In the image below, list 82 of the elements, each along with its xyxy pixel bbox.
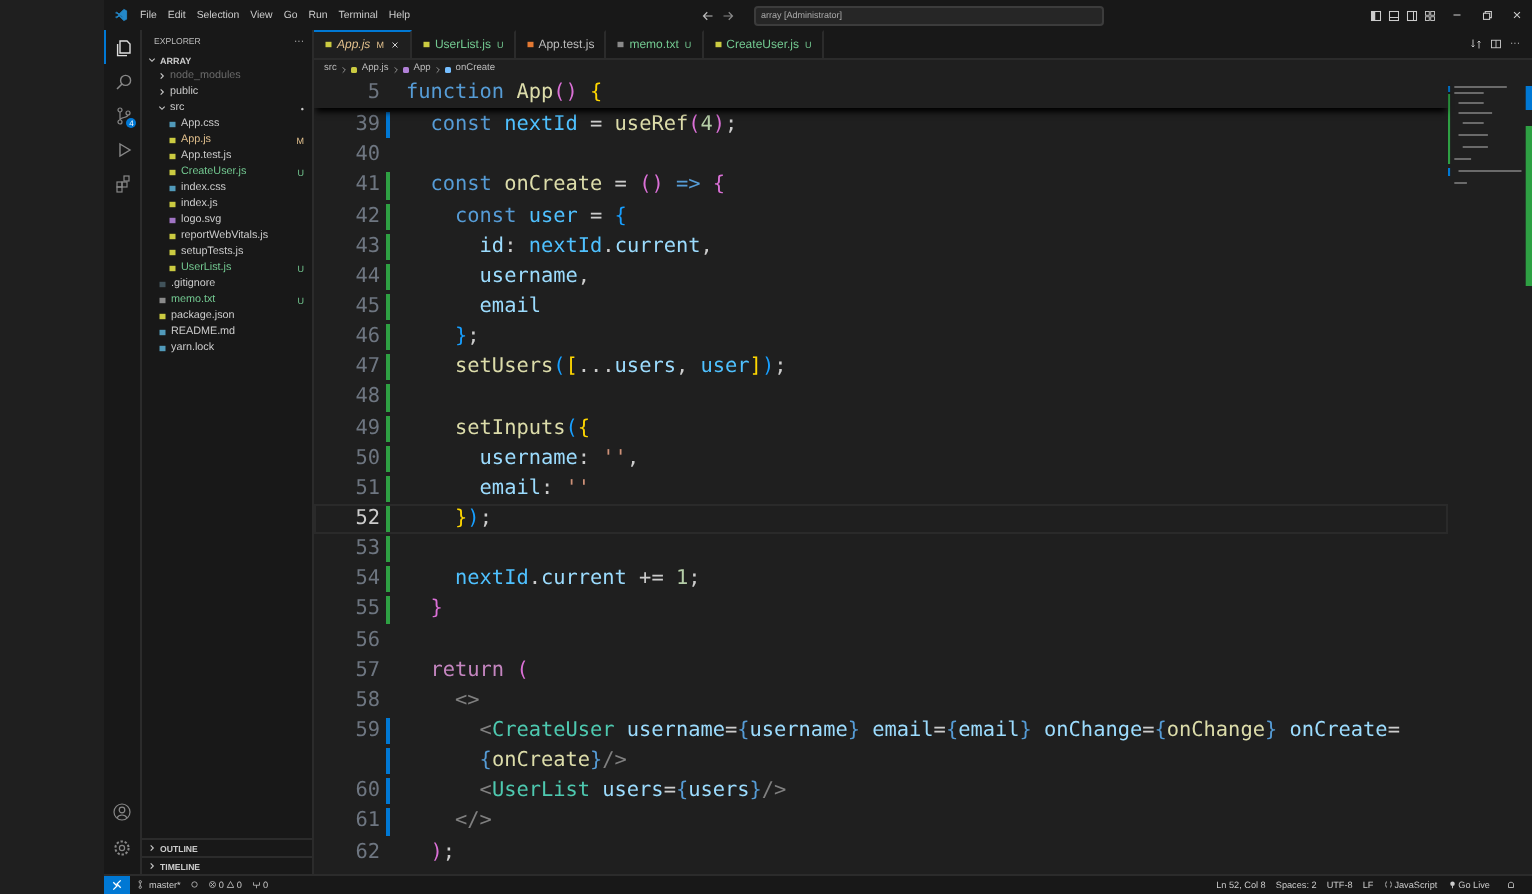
line-number: 40 [353, 142, 380, 171]
file-icon [324, 40, 333, 50]
code-line: ); [428, 839, 456, 868]
chevron-right-icon[interactable] [148, 862, 156, 870]
line-number: 53 [353, 536, 380, 565]
broadcast-icon [1447, 880, 1457, 890]
split-editor-icon[interactable] [1490, 38, 1502, 50]
line-number: 54 [353, 566, 380, 595]
line-number: 50 [353, 445, 380, 474]
code-line: <> [453, 687, 480, 716]
chevron-right-icon [433, 65, 442, 73]
code-line: {onCreate}/> [477, 748, 627, 777]
error-icon [207, 880, 217, 890]
chevron-right-icon [391, 65, 400, 73]
code-line: username: '', [477, 445, 640, 474]
branch-icon [138, 880, 147, 890]
code-line: nextId.current += 1; [453, 566, 701, 595]
code-line: id: nextId.current, [477, 233, 713, 262]
code-line: } [428, 596, 443, 625]
line-number: 49 [353, 415, 380, 444]
js-icon [350, 65, 359, 73]
line-number: 62 [353, 839, 380, 868]
line-number: 48 [353, 384, 380, 413]
line-number: 59 [353, 717, 380, 746]
line-number: 58 [353, 687, 380, 716]
line-number: 51 [353, 475, 380, 504]
code-line: const user = { [453, 203, 627, 232]
line-number: 61 [353, 808, 380, 837]
line-number: 57 [353, 657, 380, 686]
close-icon[interactable] [1510, 8, 1524, 22]
code-line: email [477, 293, 541, 322]
line-number: 43 [353, 233, 380, 262]
layout-grid-icon[interactable] [1424, 9, 1436, 21]
line-number: 56 [353, 627, 380, 656]
file-icon [713, 40, 723, 50]
line-number: 39 [353, 112, 380, 141]
braces-icon [1383, 880, 1393, 890]
component-icon [402, 65, 411, 73]
code-line: const onCreate = () => { [428, 172, 726, 201]
line-number: 44 [353, 263, 380, 292]
code-line: }; [453, 324, 480, 353]
code-line: return ( [428, 657, 529, 686]
minimize-icon[interactable] [1450, 8, 1464, 22]
restore-icon[interactable] [1480, 8, 1494, 22]
line-number: 60 [353, 778, 380, 807]
code-line: email: '' [477, 475, 591, 504]
layout-panel-icon[interactable] [1388, 9, 1400, 21]
file-icon [525, 40, 535, 50]
line-number: 46 [353, 324, 380, 353]
code-line: setInputs({ [453, 415, 591, 444]
code-line: <CreateUser username={username} email={email} onChange={onChange} onCreate= [477, 717, 1400, 746]
line-number: 52 [353, 505, 380, 534]
line-number: 42 [353, 203, 380, 232]
line-number: 5 [365, 80, 380, 108]
layout-sidebar-icon[interactable] [1370, 9, 1382, 21]
file-icon [421, 40, 431, 50]
code-line: setUsers([...users, user]); [453, 354, 787, 383]
remote-icon[interactable] [104, 876, 130, 894]
line-number: 45 [353, 293, 380, 322]
account-icon[interactable] [112, 802, 132, 822]
code-line: </> [453, 808, 492, 837]
line-number: 55 [353, 596, 380, 625]
line-number: 41 [353, 172, 380, 201]
layout-split-icon[interactable] [1406, 9, 1418, 21]
warning-icon [225, 880, 235, 890]
antenna-icon [251, 880, 261, 890]
compare-icon[interactable] [1470, 38, 1482, 50]
forward-arrow-icon[interactable] [721, 9, 734, 21]
variable-icon [444, 65, 453, 73]
file-icon [616, 40, 626, 50]
editor-logo-icon [114, 8, 128, 22]
back-arrow-icon[interactable] [701, 9, 714, 21]
settings-icon[interactable] [112, 838, 132, 858]
code-line: username, [477, 263, 591, 292]
code-line: }); [453, 505, 492, 534]
code-line: <UserList users={users}/> [477, 778, 787, 807]
code-line: const nextId = useRef(4); [428, 112, 738, 141]
line-number: 47 [353, 354, 380, 383]
code-line: function App() { [406, 80, 603, 108]
chevron-right-icon[interactable] [148, 844, 156, 852]
chevron-right-icon [339, 65, 348, 73]
close-icon[interactable] [389, 40, 400, 50]
